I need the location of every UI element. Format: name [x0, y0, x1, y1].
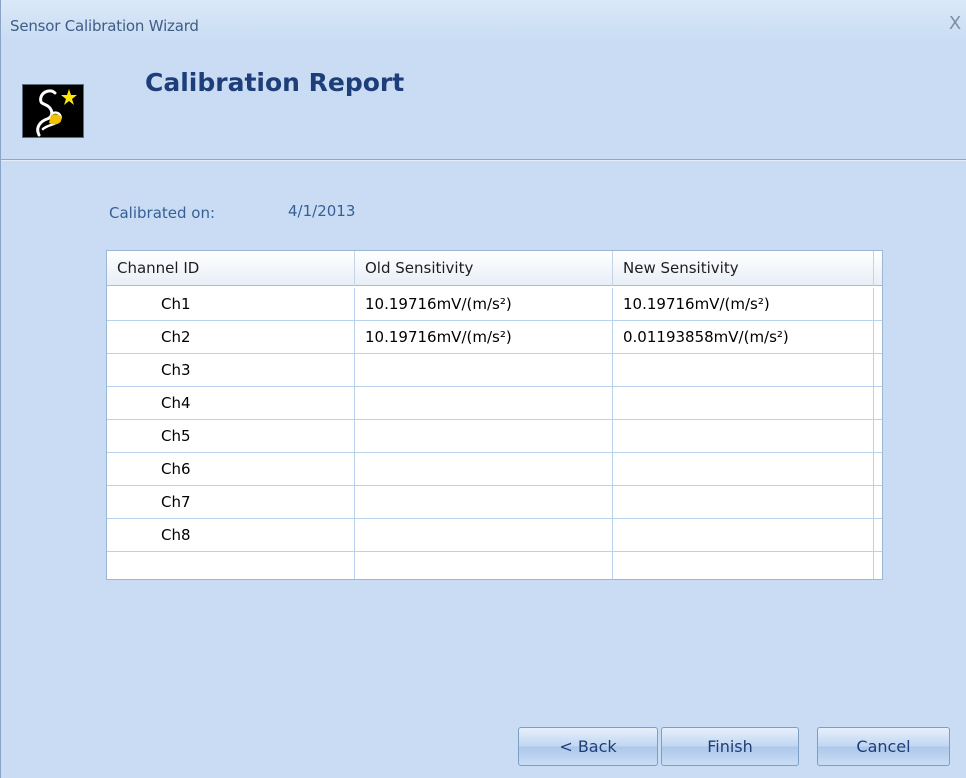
new-sensitivity-cell — [613, 354, 874, 387]
wizard-logo-graphic — [36, 89, 77, 137]
old-sensitivity-cell — [355, 354, 613, 387]
cancel-button[interactable]: Cancel — [817, 727, 950, 766]
column-header-old-sensitivity[interactable]: Old Sensitivity — [355, 251, 613, 286]
old-sensitivity-cell — [355, 552, 613, 579]
new-sensitivity-cell — [613, 486, 874, 519]
table-row[interactable]: Ch1 10.19716mV/(m/s²) 10.19716mV/(m/s²) — [107, 288, 882, 321]
table-row[interactable]: Ch5 — [107, 420, 882, 453]
close-button[interactable]: X — [945, 13, 965, 35]
channel-id-cell: Ch4 — [107, 387, 355, 420]
new-sensitivity-cell — [613, 420, 874, 453]
new-sensitivity-cell: 10.19716mV/(m/s²) — [613, 288, 874, 321]
row-filler — [874, 486, 882, 519]
row-filler — [874, 321, 882, 354]
calibration-wizard-window: Sensor Calibration Wizard X Calibration … — [0, 0, 966, 778]
calibration-date: 4/1/2013 — [288, 202, 356, 220]
row-filler — [874, 354, 882, 387]
channel-id-cell: Ch2 — [107, 321, 355, 354]
row-filler — [874, 453, 882, 486]
back-button[interactable]: < Back — [518, 727, 658, 766]
channel-id-cell: Ch5 — [107, 420, 355, 453]
new-sensitivity-cell — [613, 453, 874, 486]
channel-id-cell: Ch6 — [107, 453, 355, 486]
table-row[interactable] — [107, 552, 882, 579]
row-filler — [874, 387, 882, 420]
new-sensitivity-cell — [613, 552, 874, 579]
row-filler — [874, 519, 882, 552]
table-row[interactable]: Ch3 — [107, 354, 882, 387]
column-header-new-sensitivity[interactable]: New Sensitivity — [613, 251, 874, 286]
table-row[interactable]: Ch2 10.19716mV/(m/s²) 0.01193858mV/(m/s²… — [107, 321, 882, 354]
channel-id-cell: Ch1 — [107, 288, 355, 321]
old-sensitivity-cell — [355, 486, 613, 519]
table-row[interactable]: Ch6 — [107, 453, 882, 486]
channel-id-cell: Ch8 — [107, 519, 355, 552]
wizard-logo-icon — [22, 84, 84, 138]
finish-button[interactable]: Finish — [661, 727, 799, 766]
row-filler — [874, 552, 882, 579]
grid-header: Channel ID Old Sensitivity New Sensitivi… — [107, 251, 882, 286]
old-sensitivity-cell: 10.19716mV/(m/s²) — [355, 288, 613, 321]
calibrated-on-label: Calibrated on: — [109, 204, 216, 222]
window-title: Sensor Calibration Wizard — [10, 17, 199, 35]
calibration-grid[interactable]: Channel ID Old Sensitivity New Sensitivi… — [106, 250, 883, 580]
old-sensitivity-cell — [355, 387, 613, 420]
row-filler — [874, 420, 882, 453]
page-title: Calibration Report — [145, 68, 405, 97]
table-row[interactable]: Ch7 — [107, 486, 882, 519]
table-row[interactable]: Ch8 — [107, 519, 882, 552]
channel-id-cell: Ch3 — [107, 354, 355, 387]
wizard-header — [1, 42, 966, 160]
old-sensitivity-cell: 10.19716mV/(m/s²) — [355, 321, 613, 354]
old-sensitivity-cell — [355, 420, 613, 453]
row-filler — [874, 288, 882, 321]
table-row[interactable]: Ch4 — [107, 387, 882, 420]
title-bar[interactable]: Sensor Calibration Wizard X — [1, 0, 966, 42]
old-sensitivity-cell — [355, 519, 613, 552]
column-header-filler — [874, 251, 882, 286]
new-sensitivity-cell — [613, 387, 874, 420]
new-sensitivity-cell: 0.01193858mV/(m/s²) — [613, 321, 874, 354]
header-divider — [1, 159, 966, 161]
old-sensitivity-cell — [355, 453, 613, 486]
column-header-channel-id[interactable]: Channel ID — [107, 251, 355, 286]
new-sensitivity-cell — [613, 519, 874, 552]
channel-id-cell — [107, 552, 355, 579]
channel-id-cell: Ch7 — [107, 486, 355, 519]
